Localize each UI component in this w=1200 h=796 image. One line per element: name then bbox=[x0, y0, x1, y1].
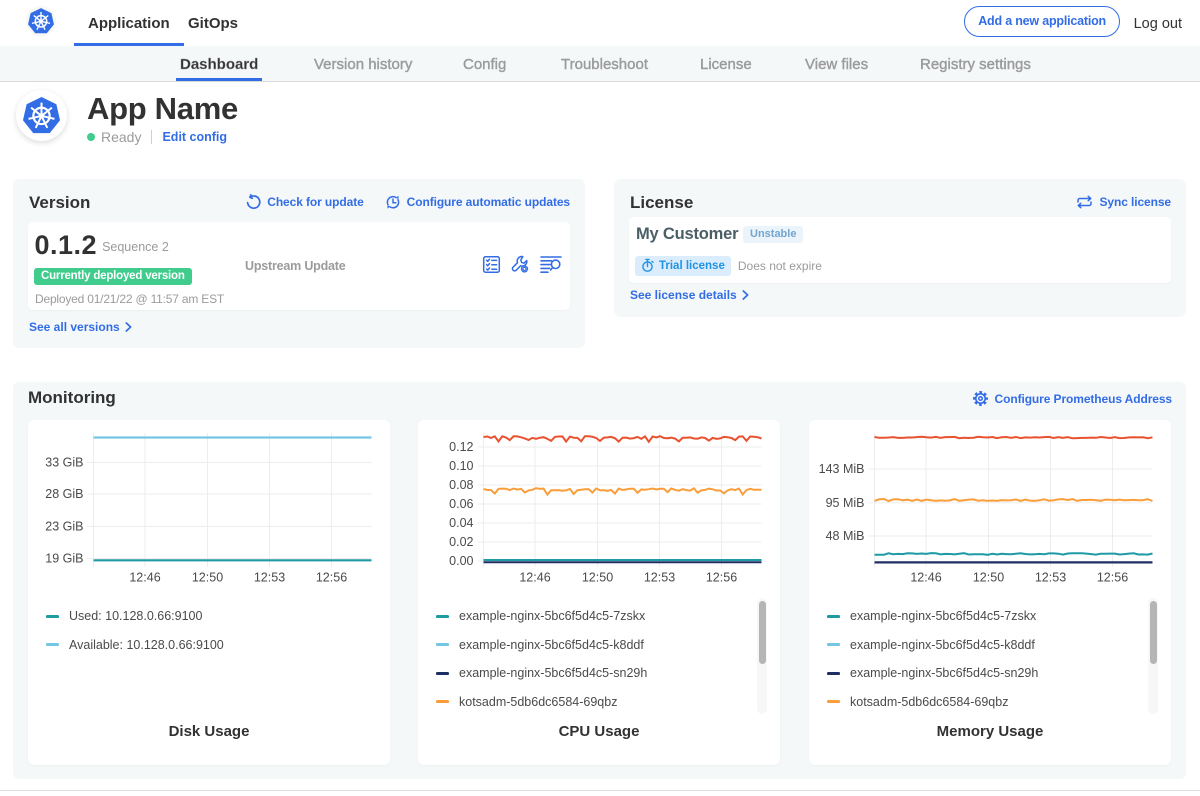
svg-text:12:56: 12:56 bbox=[1097, 571, 1128, 585]
svg-text:0.04: 0.04 bbox=[449, 516, 473, 530]
svg-text:12:53: 12:53 bbox=[644, 571, 675, 585]
svg-text:12:46: 12:46 bbox=[910, 571, 941, 585]
svg-text:33 GiB: 33 GiB bbox=[45, 456, 83, 470]
svg-text:12:56: 12:56 bbox=[706, 571, 737, 585]
svg-text:0.12: 0.12 bbox=[449, 440, 473, 454]
svg-text:12:50: 12:50 bbox=[973, 571, 1004, 585]
svg-text:12:53: 12:53 bbox=[1035, 571, 1066, 585]
svg-text:12:50: 12:50 bbox=[192, 571, 223, 585]
svg-text:12:56: 12:56 bbox=[316, 571, 347, 585]
svg-text:28 GiB: 28 GiB bbox=[45, 487, 83, 501]
svg-text:0.00: 0.00 bbox=[449, 554, 473, 568]
svg-text:0.10: 0.10 bbox=[449, 459, 473, 473]
svg-text:19 GiB: 19 GiB bbox=[45, 552, 83, 566]
svg-text:12:46: 12:46 bbox=[519, 571, 550, 585]
svg-text:0.02: 0.02 bbox=[449, 535, 473, 549]
svg-text:12:50: 12:50 bbox=[582, 571, 613, 585]
svg-text:95 MiB: 95 MiB bbox=[826, 496, 865, 510]
svg-text:12:46: 12:46 bbox=[129, 571, 160, 585]
svg-text:23 GiB: 23 GiB bbox=[45, 520, 83, 534]
svg-text:0.08: 0.08 bbox=[449, 478, 473, 492]
svg-text:48 MiB: 48 MiB bbox=[826, 529, 865, 543]
svg-text:12:53: 12:53 bbox=[254, 571, 285, 585]
svg-text:143 MiB: 143 MiB bbox=[819, 462, 865, 476]
svg-text:0.06: 0.06 bbox=[449, 497, 473, 511]
